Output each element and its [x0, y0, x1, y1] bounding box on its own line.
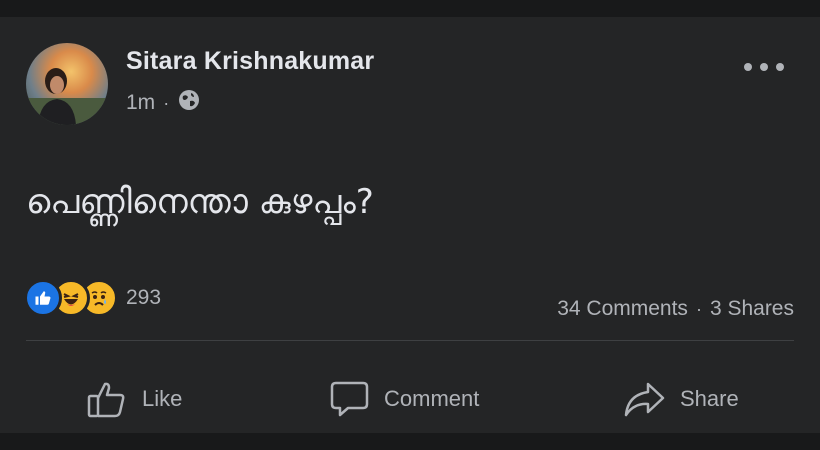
more-dot — [776, 63, 784, 71]
post-stats: 34 Comments · 3 Shares — [557, 297, 794, 321]
like-reaction-icon — [24, 279, 62, 317]
thumbs-up-icon — [86, 378, 128, 420]
post-actions-bar: Like Comment Share — [0, 367, 820, 431]
shares-count-link[interactable]: 3 Shares — [710, 297, 794, 321]
comment-button[interactable]: Comment — [328, 367, 479, 431]
author-avatar[interactable] — [26, 43, 108, 125]
post-card: Sitara Krishnakumar 1m · പെണ്ണിനെന്താ കു… — [0, 17, 820, 433]
comment-bubble-icon — [328, 378, 370, 420]
author-name[interactable]: Sitara Krishnakumar — [126, 47, 374, 76]
share-label: Share — [680, 386, 739, 411]
share-button[interactable]: Share — [622, 367, 739, 431]
comment-label: Comment — [384, 386, 480, 411]
post-time[interactable]: 1m — [126, 91, 155, 115]
reactions-summary[interactable]: 293 — [24, 279, 161, 317]
like-button[interactable]: Like — [86, 367, 182, 431]
comments-count-link[interactable]: 34 Comments — [557, 297, 688, 321]
more-options-button[interactable] — [744, 57, 784, 77]
more-dot — [744, 63, 752, 71]
meta-separator: · — [163, 93, 170, 113]
post-text: പെണ്ണിനെന്താ കുഴപ്പം? — [26, 182, 374, 222]
reaction-count: 293 — [126, 286, 162, 309]
globe-icon — [177, 88, 201, 118]
share-arrow-icon — [622, 378, 666, 420]
divider — [26, 340, 794, 341]
post-meta: 1m · — [126, 89, 201, 117]
stats-separator: · — [695, 299, 702, 319]
like-label: Like — [142, 386, 183, 411]
more-dot — [760, 63, 768, 71]
